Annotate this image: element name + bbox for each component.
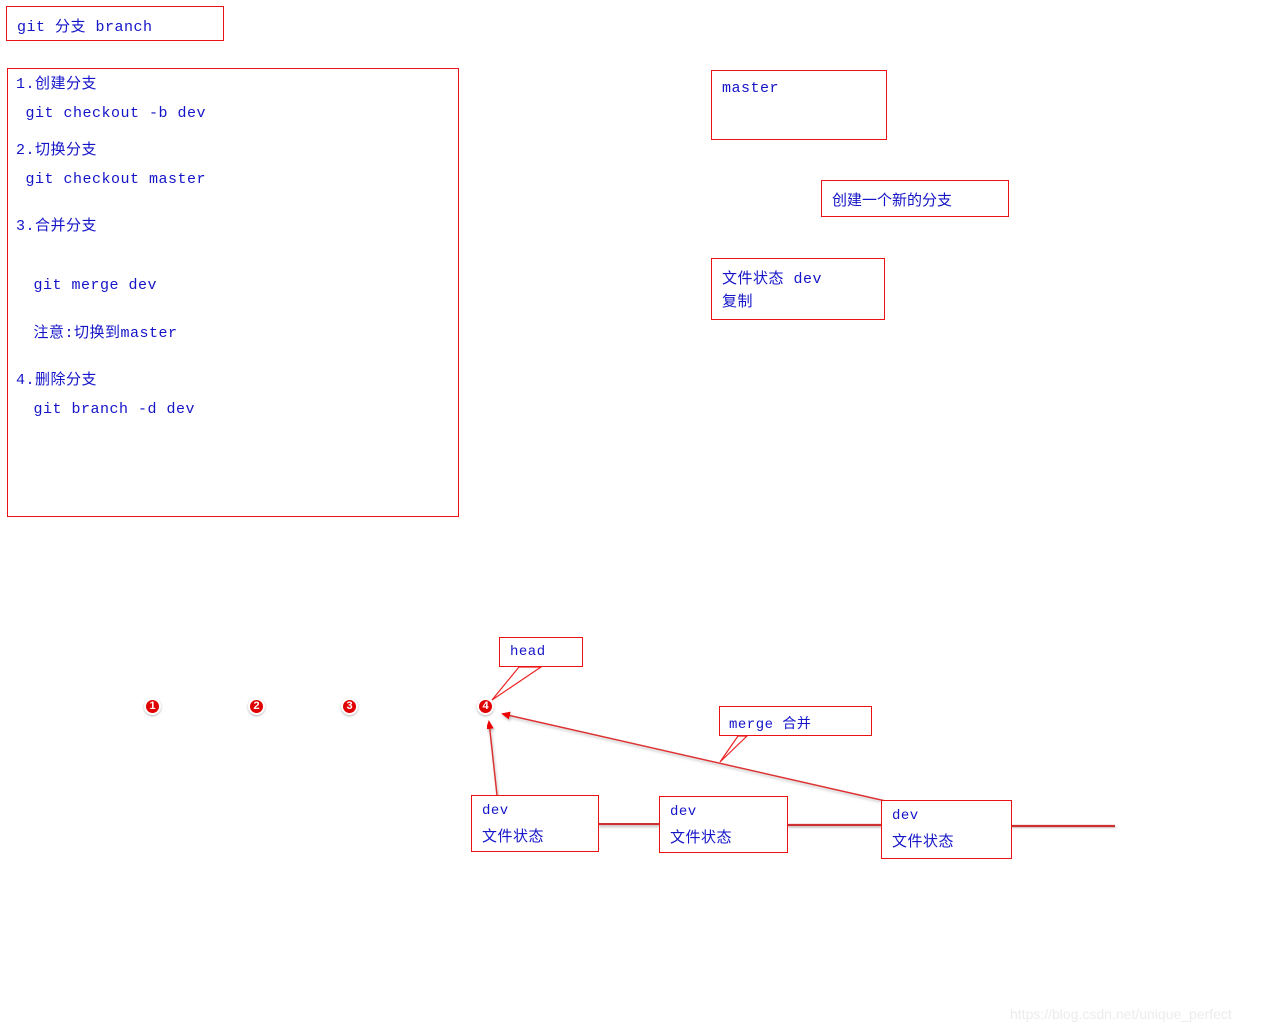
merge-callout-label: merge 合并: [729, 717, 812, 733]
dev-state-box-1-line2: 文件状态: [482, 829, 545, 846]
master-branch-box: master: [711, 70, 887, 140]
step-line-3: 2.切换分支: [16, 142, 98, 159]
dev-state-box-2-line1: dev: [670, 804, 697, 820]
commit-node-4: 4: [477, 698, 494, 715]
dev-state-box-1-line1: dev: [482, 803, 509, 819]
create-branch-note-label: 创建一个新的分支: [832, 193, 953, 210]
head-callout-tail: [491, 666, 543, 701]
dev-state-box-3: dev 文件状态: [881, 800, 1012, 859]
head-callout-label: head: [510, 644, 546, 660]
diagram-title-box: git 分支 branch: [6, 6, 224, 41]
master-branch-label: master: [722, 80, 780, 97]
head-callout-box: head: [499, 637, 583, 667]
merge-callout-tail: [719, 735, 749, 763]
page-title: git 分支 branch: [17, 19, 153, 36]
merge-callout-box: merge 合并: [719, 706, 872, 736]
create-branch-note-box: 创建一个新的分支: [821, 180, 1009, 217]
commit-node-3: 3: [341, 698, 358, 715]
dev-state-box-3-line2: 文件状态: [892, 834, 955, 851]
step-line-5: 3.合并分支: [16, 218, 98, 235]
step-line-6: git merge dev: [24, 277, 158, 294]
step-line-1: 1.创建分支: [16, 76, 98, 93]
step-line-9: git branch -d dev: [24, 401, 196, 418]
dev-copy-state-line1: 文件状态 dev: [722, 271, 823, 288]
commit-node-1: 1: [144, 698, 161, 715]
watermark: https://blog.csdn.net/unique_perfect: [1010, 1006, 1232, 1022]
dev-state-box-3-line1: dev: [892, 808, 919, 824]
commit-node-2: 2: [248, 698, 265, 715]
step-line-8: 4.删除分支: [16, 372, 98, 389]
dev-state-box-2-line2: 文件状态: [670, 830, 733, 847]
dev-copy-state-box: 文件状态 dev 复制: [711, 258, 885, 320]
step-line-7: 注意:切换到master: [24, 325, 178, 342]
dev-state-box-1: dev 文件状态: [471, 795, 599, 852]
dev-copy-state-line2: 复制: [722, 294, 754, 311]
step-line-4: git checkout master: [16, 171, 207, 188]
step-line-2: git checkout -b dev: [16, 105, 207, 122]
branch-create-arrow: [485, 720, 498, 796]
dev-state-box-2: dev 文件状态: [659, 796, 788, 853]
